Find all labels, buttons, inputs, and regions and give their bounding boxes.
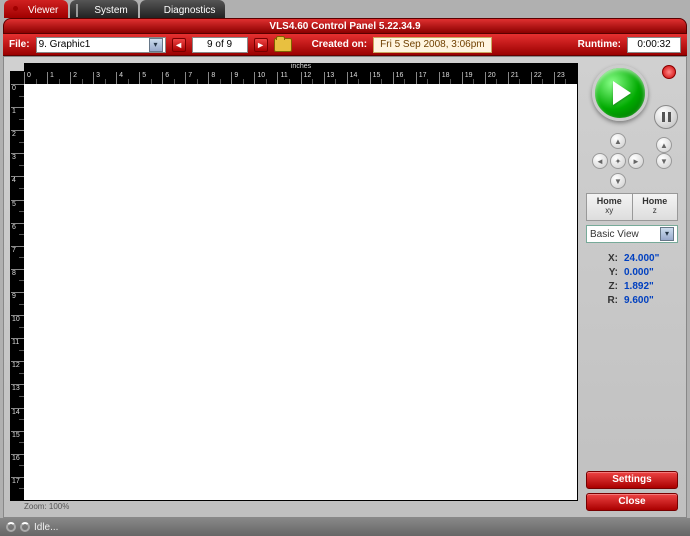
- close-button[interactable]: Close: [586, 493, 678, 511]
- ruler-horizontal: 01234567891011121314151617181920212223: [24, 72, 577, 84]
- coordinates-readout: X: 24.000" Y: 0.000" Z: 1.892" R: 9.600": [586, 247, 678, 309]
- eye-icon: [10, 5, 24, 15]
- home-z-button[interactable]: Home z: [633, 194, 678, 220]
- coord-r-value: 9.600": [624, 295, 654, 306]
- busy-icon: [20, 522, 30, 532]
- jog-right-button[interactable]: ►: [628, 153, 644, 169]
- page-indicator: 9 of 9: [192, 37, 248, 53]
- tab-system[interactable]: System: [70, 0, 137, 18]
- coord-x-value: 24.000": [624, 253, 659, 264]
- home-z-label: Home: [633, 196, 678, 206]
- file-select[interactable]: 9. Graphic1 ▾: [36, 37, 166, 53]
- file-select-value: 9. Graphic1: [39, 39, 91, 50]
- zoom-indicator: Zoom: 100%: [10, 501, 578, 511]
- coord-z-value: 1.892": [624, 281, 654, 292]
- canvas-area: inches 012345678910111213141516171819202…: [4, 57, 582, 517]
- pause-button[interactable]: [654, 105, 678, 129]
- canvas[interactable]: 01234567891011121314151617181920212223 0…: [10, 71, 578, 501]
- open-folder-button[interactable]: [274, 38, 292, 52]
- file-label: File:: [9, 39, 30, 50]
- chip-icon: [76, 5, 90, 15]
- jog-down-button[interactable]: ▼: [610, 173, 626, 189]
- tab-viewer[interactable]: Viewer: [4, 0, 68, 18]
- chevron-down-icon: ▾: [660, 227, 674, 241]
- z-up-button[interactable]: ▲: [656, 137, 672, 153]
- jog-left-button[interactable]: ◄: [592, 153, 608, 169]
- prev-file-button[interactable]: ◄: [172, 38, 186, 52]
- status-text: Idle...: [34, 522, 58, 533]
- window-title: VLS4.60 Control Panel 5.22.34.9: [3, 18, 687, 34]
- view-select[interactable]: Basic View ▾: [586, 225, 678, 243]
- status-bar: Idle...: [0, 518, 690, 536]
- play-button[interactable]: [592, 65, 648, 121]
- home-z-sub: z: [633, 206, 678, 216]
- record-button[interactable]: [662, 65, 676, 79]
- home-xy-sub: xy: [587, 206, 632, 216]
- diagnostics-icon: [146, 5, 160, 15]
- workspace[interactable]: [24, 84, 577, 500]
- side-panel: ▲ ◄ ✦ ► ▼ ▲ ▼ Home xy Home z Basic View: [582, 57, 686, 517]
- tab-viewer-label: Viewer: [28, 5, 58, 16]
- coord-y-value: 0.000": [624, 267, 654, 278]
- view-select-value: Basic View: [590, 229, 639, 240]
- tab-system-label: System: [94, 5, 127, 16]
- ruler-unit-label: inches: [24, 63, 578, 71]
- z-down-button[interactable]: ▼: [656, 153, 672, 169]
- coord-r-label: R:: [604, 295, 618, 306]
- jog-up-button[interactable]: ▲: [610, 133, 626, 149]
- chevron-down-icon: ▾: [149, 38, 163, 52]
- runtime-value: 0:00:32: [627, 37, 681, 53]
- runtime-label: Runtime:: [578, 39, 621, 50]
- settings-button[interactable]: Settings: [586, 471, 678, 489]
- home-xy-label: Home: [587, 196, 632, 206]
- created-label: Created on:: [312, 39, 368, 50]
- jog-center-button[interactable]: ✦: [610, 153, 626, 169]
- toolbar: File: 9. Graphic1 ▾ ◄ 9 of 9 ► Created o…: [3, 34, 687, 56]
- coord-y-label: Y:: [604, 267, 618, 278]
- ruler-vertical: 01234567891011121314151617: [11, 72, 24, 500]
- coord-x-label: X:: [604, 253, 618, 264]
- next-file-button[interactable]: ►: [254, 38, 268, 52]
- home-xy-button[interactable]: Home xy: [587, 194, 633, 220]
- tab-diagnostics-label: Diagnostics: [164, 5, 216, 16]
- busy-icon: [6, 522, 16, 532]
- coord-z-label: Z:: [604, 281, 618, 292]
- created-value: Fri 5 Sep 2008, 3:06pm: [373, 37, 492, 53]
- tab-diagnostics[interactable]: Diagnostics: [140, 0, 226, 18]
